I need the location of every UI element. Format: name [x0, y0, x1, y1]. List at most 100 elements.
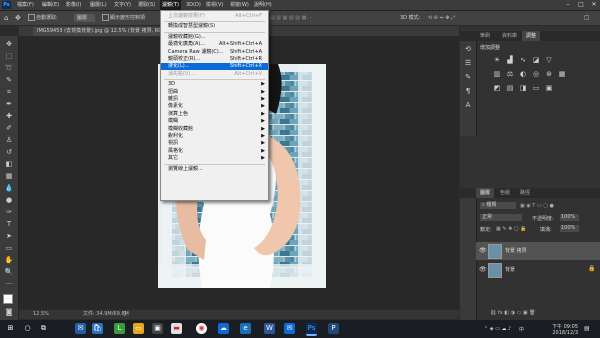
filter-menu-item[interactable]: 液化(L)... Shift+Ctrl+X [161, 63, 268, 71]
filter-menu-item[interactable]: 銳利化 ▶ [161, 133, 268, 140]
eye-icon[interactable]: 👁 [479, 247, 487, 254]
document-tab[interactable]: IMG59453 (去背換背景).jpg @ 12.5% (背景 拷貝, RGB… [33, 27, 177, 36]
filter-menu-item[interactable]: 最適化廣角(A)... Alt+Shift+Ctrl+A [161, 41, 268, 48]
filter-menu-item[interactable]: 演算上色 ▶ [161, 111, 268, 118]
filter-menu-item[interactable]: 扭曲 ▶ [161, 89, 268, 96]
eye-icon[interactable]: 👁 [479, 266, 487, 273]
filter-menu-item[interactable]: 3D ▶ [161, 81, 268, 88]
layer-filter-icons[interactable]: ▣ ◉ T ▭ ▢ ● [520, 203, 554, 209]
zoom-level[interactable]: 12.5% [33, 310, 49, 319]
word-icon[interactable]: W [264, 323, 275, 334]
more-tools-icon[interactable]: ··· [4, 280, 14, 289]
filter-menu-item[interactable]: Camera Raw 濾鏡(C)... Shift+Ctrl+A [161, 49, 268, 56]
notification-icon[interactable]: ▤ [584, 325, 590, 332]
tab-paths[interactable]: 路徑 [516, 188, 534, 198]
color-lookup-icon[interactable]: ▦ [558, 70, 566, 78]
marquee-tool-icon[interactable]: ⬚ [4, 52, 14, 61]
move-tool-icon[interactable]: ✥ [4, 40, 14, 49]
3d-mode-icons[interactable]: ⟲ ✣ ⇔ ✥ ⤢ [428, 14, 455, 22]
clock-time[interactable]: 下午 09:05 [544, 323, 578, 330]
menu-help[interactable]: 說明(H) [252, 0, 274, 10]
filter-menu-item[interactable]: 其它 ▶ [161, 155, 268, 162]
foreground-color-swatch[interactable] [3, 294, 13, 304]
ime-indicator[interactable]: 中 [519, 326, 524, 333]
filter-menu-item[interactable]: 模糊 ▶ [161, 118, 268, 125]
blur-tool-icon[interactable]: 💧 [4, 184, 14, 193]
lasso-tool-icon[interactable]: ➰ [4, 64, 14, 73]
filter-menu-item[interactable]: 轉換成智慧型濾鏡(S) [161, 23, 268, 30]
exposure-icon[interactable]: ◪ [532, 56, 540, 64]
windows-icon[interactable]: ⊞ [5, 323, 16, 334]
mail-icon[interactable]: ✉ [75, 323, 86, 334]
clone-stamp-icon[interactable]: ♙ [4, 136, 14, 145]
fill-input[interactable]: 100% [560, 225, 579, 232]
maximize-icon[interactable]: □ [575, 0, 587, 10]
filter-menu-item[interactable]: 濾鏡收藏館(G)... [161, 34, 268, 41]
minimize-icon[interactable]: – [562, 0, 574, 10]
properties-icon[interactable]: ☰ [464, 59, 472, 67]
tab-brushes[interactable]: 筆刷 [476, 31, 494, 41]
zoom-tool-icon[interactable]: 🔍 [4, 268, 14, 277]
vibrance-icon[interactable]: ▽ [545, 56, 553, 64]
selective-color-icon[interactable]: ▣ [545, 84, 553, 92]
close-icon[interactable]: ✕ [588, 0, 600, 10]
layer-name[interactable]: 背景 [505, 266, 515, 273]
opacity-input[interactable]: 100% [560, 214, 579, 221]
align-icons[interactable]: ▤ ▥ ▦ ▧ ▨ ▩ ··· [270, 14, 313, 22]
filter-menu-item[interactable]: 風格化 ▶ [161, 148, 268, 155]
filter-menu-item[interactable]: 雜訊 ▶ [161, 96, 268, 103]
status-arrow-icon[interactable]: ❯ [123, 310, 127, 319]
quick-select-icon[interactable]: ✎ [4, 76, 14, 85]
layer-filter-kind[interactable]: ⌕ 種類 [480, 202, 516, 209]
layer-row-background[interactable]: 👁 背景 🔒 [476, 261, 600, 279]
shape-tool-icon[interactable]: ▭ [4, 244, 14, 253]
hue-saturation-icon[interactable]: ▥ [493, 70, 501, 78]
tab-adjustments[interactable]: 調整 [522, 31, 541, 41]
home-icon[interactable]: ⌂ [4, 14, 8, 22]
explorer-icon[interactable]: e [240, 323, 251, 334]
layer-name[interactable]: 背景 拷貝 [505, 247, 527, 254]
quick-mask-icon[interactable]: ◙ [4, 308, 14, 317]
photoshop-icon[interactable]: Ps [306, 323, 317, 336]
task-view-icon[interactable]: ⧉ [38, 323, 49, 334]
invert-icon[interactable]: ◩ [493, 84, 501, 92]
menu-type[interactable]: 文字(Y) [112, 0, 133, 10]
photo-filter-icon[interactable]: ◎ [532, 70, 540, 78]
menu-filter[interactable]: 濾鏡(T) [160, 0, 181, 10]
filter-menu-item[interactable]: 像素化 ▶ [161, 103, 268, 110]
menu-window[interactable]: 視窗(W) [228, 0, 251, 10]
brush-tool-icon[interactable]: ✐ [4, 124, 14, 133]
posterize-icon[interactable]: ▤ [506, 84, 514, 92]
brush-settings-icon[interactable]: ✎ [464, 73, 472, 81]
auto-select-checkbox[interactable]: 自動選取: [28, 14, 58, 22]
tab-layers[interactable]: 圖層 [476, 188, 495, 198]
filter-menu-item[interactable]: 瀏覽線上濾鏡... [161, 166, 268, 173]
chrome-icon[interactable]: ◉ [196, 323, 207, 334]
menu-image[interactable]: 影像(I) [64, 0, 83, 10]
app3-icon[interactable]: ▬ [171, 323, 182, 334]
menu-file[interactable]: 檔案(F) [15, 0, 36, 10]
app-icon[interactable]: ▣ [152, 323, 163, 334]
store-icon[interactable]: 🛍 [92, 323, 103, 334]
layer-row-background-copy[interactable]: 👁 背景 拷貝 [476, 242, 600, 260]
gradient-tool-icon[interactable]: ▦ [4, 172, 14, 181]
character-icon[interactable]: A [464, 101, 472, 109]
hand-tool-icon[interactable]: ✋ [4, 256, 14, 265]
filter-menu-item[interactable]: 鏡頭校正(R)... Shift+Ctrl+R [161, 56, 268, 63]
tab-libraries[interactable]: 資料庫 [498, 31, 521, 41]
cortana-icon[interactable]: ○ [22, 323, 33, 334]
eraser-tool-icon[interactable]: ◧ [4, 160, 14, 169]
onedrive-icon[interactable]: ☁ [218, 323, 229, 334]
brightness-contrast-icon[interactable]: ☀ [493, 56, 501, 64]
mail2-icon[interactable]: ✉ [284, 323, 295, 334]
clock-date[interactable]: 2018/12/3 [544, 330, 578, 336]
auto-select-dropdown[interactable]: 圖層 [74, 14, 96, 22]
menu-edit[interactable]: 編輯(E) [40, 0, 61, 10]
layer-action-icons[interactable]: ⛓ fx ◧ ◑ ▭ ▣ 🗑 [490, 310, 536, 316]
menu-select[interactable]: 選取(S) [136, 0, 157, 10]
channel-mixer-icon[interactable]: ⊛ [545, 70, 553, 78]
color-balance-icon[interactable]: ⚖ [506, 70, 514, 78]
crop-tool-icon[interactable]: ⌗ [4, 88, 14, 97]
eyedropper-icon[interactable]: ✒ [4, 100, 14, 109]
line-icon[interactable]: L [114, 323, 125, 334]
